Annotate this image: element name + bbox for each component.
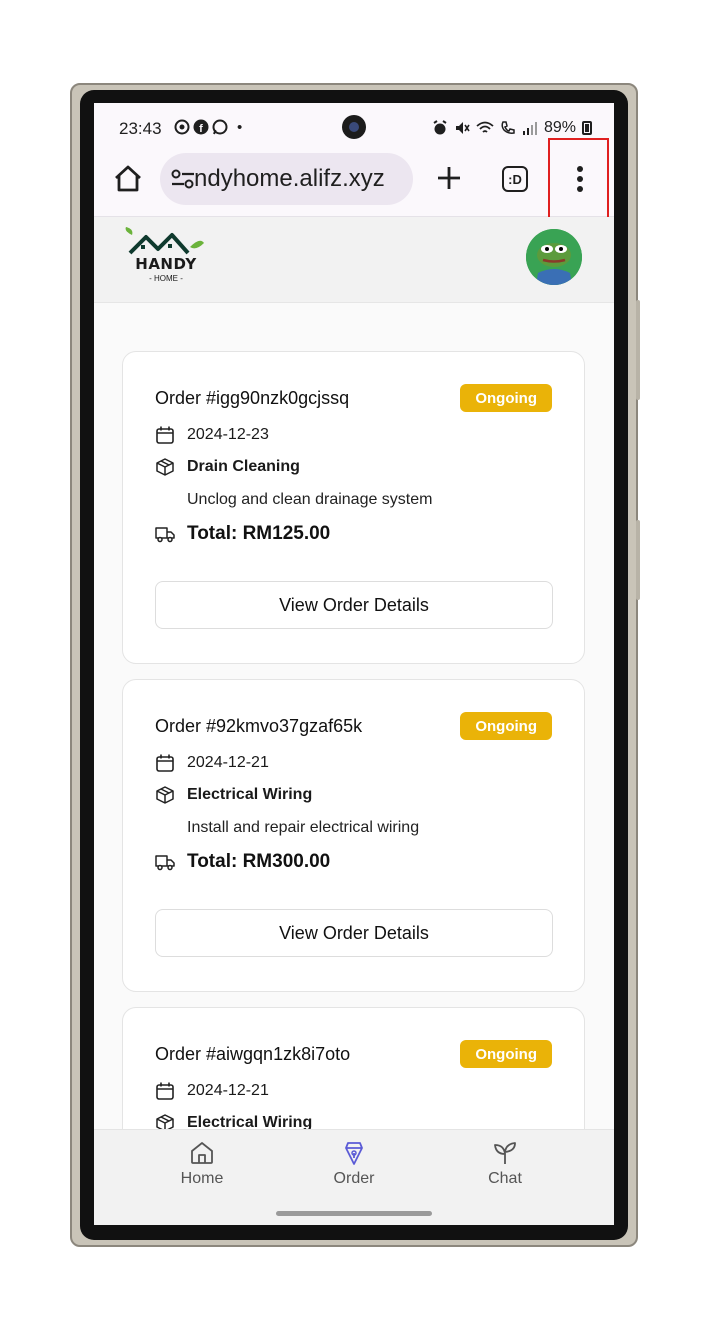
sprout-icon — [494, 1142, 516, 1164]
nav-order-label: Order — [333, 1170, 375, 1187]
calendar-icon — [156, 754, 174, 772]
handy-home-logo[interactable]: HANDY - HOME - — [124, 227, 208, 291]
nav-home-label: Home — [180, 1170, 224, 1187]
home-gesture-bar[interactable] — [276, 1211, 432, 1216]
order-description: Unclog and clean drainage system — [187, 491, 433, 508]
gesture-area — [94, 1203, 614, 1225]
status-time: 23:43 — [119, 119, 162, 138]
nav-home[interactable]: Home — [152, 1140, 252, 1188]
new-tab-icon[interactable] — [434, 163, 464, 193]
order-date: 2024-12-23 — [187, 426, 269, 443]
home-icon — [191, 1142, 213, 1164]
view-order-details-button[interactable]: View Order Details — [155, 909, 553, 957]
front-camera — [342, 115, 366, 139]
chrome-icon — [174, 119, 190, 135]
phone-side-button — [636, 520, 640, 600]
app-header: HANDY - HOME - — [94, 217, 614, 303]
package-icon — [156, 458, 174, 476]
calendar-icon — [156, 426, 174, 444]
order-date-row: 2024-12-21 — [155, 1081, 269, 1101]
alarm-icon — [433, 120, 447, 135]
mute-icon — [455, 122, 470, 134]
order-title: Order #92kmvo37gzaf65k — [155, 716, 363, 736]
home-icon[interactable] — [112, 163, 144, 195]
phone-screen: 23:43 f • 89% ndyhome.alifz.xyz :D HANDY… — [94, 103, 614, 1225]
nav-order[interactable]: Order — [304, 1140, 404, 1188]
call-signal-icon — [501, 121, 515, 134]
nav-chat-label: Chat — [488, 1170, 522, 1187]
view-order-details-button[interactable]: View Order Details — [155, 581, 553, 629]
order-card: Order #igg90nzk0gcjssq Ongoing 2024-12-2… — [122, 351, 585, 664]
status-badge: Ongoing — [460, 1040, 552, 1068]
order-date: 2024-12-21 — [187, 754, 269, 771]
package-icon — [156, 786, 174, 804]
battery-icon — [582, 121, 592, 135]
bottom-navigation: Home Order Chat — [94, 1129, 614, 1203]
order-pen-icon — [345, 1142, 363, 1165]
status-badge: Ongoing — [460, 384, 552, 412]
order-date: 2024-12-21 — [187, 1082, 269, 1099]
logo-subtext: - HOME - — [149, 274, 183, 283]
signal-icon — [522, 122, 537, 135]
order-description: Install and repair electrical wiring — [187, 819, 420, 836]
order-service: Electrical Wiring — [187, 786, 313, 803]
logo-text: HANDY — [135, 255, 197, 273]
order-date-row: 2024-12-21 — [155, 753, 269, 773]
order-card: Order #92kmvo37gzaf65k Ongoing 2024-12-2… — [122, 679, 585, 992]
notification-icons: f • — [174, 119, 242, 136]
order-date-row: 2024-12-23 — [155, 425, 269, 445]
orders-list: Order #igg90nzk0gcjssq Ongoing 2024-12-2… — [94, 303, 614, 1129]
order-service-row: Drain Cleaning — [155, 457, 300, 477]
address-bar[interactable]: ndyhome.alifz.xyz — [160, 153, 413, 205]
facebook-icon: f — [193, 119, 209, 135]
calendar-icon — [156, 1082, 174, 1100]
package-icon — [156, 1114, 174, 1129]
site-settings-icon[interactable] — [170, 168, 196, 190]
tab-switcher-button[interactable]: :D — [502, 166, 528, 192]
whatsapp-icon — [212, 119, 228, 135]
order-total-row: Total: RM125.00 — [155, 523, 330, 545]
svg-text:f: f — [199, 123, 203, 135]
frog-avatar-icon — [526, 229, 582, 285]
status-dot: • — [237, 119, 243, 136]
more-menu-icon[interactable] — [566, 163, 594, 195]
order-service-row: Electrical Wiring — [155, 1113, 312, 1129]
truck-icon — [155, 527, 175, 543]
order-total-row: Total: RM300.00 — [155, 851, 330, 873]
battery-percent: 89% — [543, 119, 576, 136]
order-service: Drain Cleaning — [187, 458, 300, 475]
roof-leaf-icon — [125, 227, 204, 255]
status-badge: Ongoing — [460, 712, 552, 740]
browser-toolbar: ndyhome.alifz.xyz :D — [94, 149, 614, 217]
system-icons: 89% — [432, 119, 592, 137]
order-total: Total: RM125.00 — [187, 523, 331, 544]
order-title: Order #aiwgqn1zk8i7oto — [155, 1044, 351, 1064]
nav-chat[interactable]: Chat — [455, 1140, 555, 1188]
truck-icon — [155, 855, 175, 871]
status-bar: 23:43 f • 89% — [94, 103, 614, 149]
order-service: Electrical Wiring — [187, 1114, 313, 1129]
wifi-icon — [476, 121, 494, 133]
order-card: Order #aiwgqn1zk8i7oto Ongoing 2024-12-2… — [122, 1007, 585, 1129]
order-title: Order #igg90nzk0gcjssq — [155, 388, 350, 408]
order-service-row: Electrical Wiring — [155, 785, 312, 805]
phone-side-button — [636, 300, 640, 400]
user-avatar[interactable] — [526, 229, 582, 285]
order-total: Total: RM300.00 — [187, 851, 331, 872]
url-text[interactable]: ndyhome.alifz.xyz — [194, 165, 385, 193]
